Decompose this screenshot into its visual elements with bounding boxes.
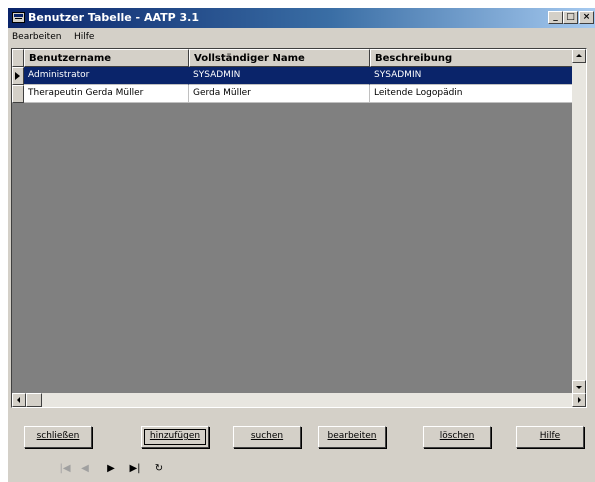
title-bar[interactable]: Benutzer Tabelle - AATP 3.1 _ □ × (8, 8, 595, 28)
cell-full-name[interactable]: SYSADMIN (189, 67, 370, 85)
close-window-button[interactable]: × (579, 11, 594, 24)
add-button-label: hinzufügen (149, 431, 201, 441)
first-record-icon[interactable]: |◀ (58, 462, 72, 476)
delete-button[interactable]: löschen (423, 426, 491, 448)
column-header-full-name[interactable]: Vollständiger Name (189, 49, 370, 67)
row-selector[interactable] (12, 85, 24, 103)
current-row-arrow-icon (15, 72, 20, 80)
cell-description[interactable]: SYSADMIN (370, 67, 584, 85)
previous-record-icon[interactable]: ◀ (78, 462, 92, 476)
maximize-button[interactable]: □ (563, 11, 578, 24)
cell-username[interactable]: Therapeutin Gerda Müller (24, 85, 189, 103)
refresh-icon[interactable]: ↻ (152, 462, 166, 476)
main-window: Benutzer Tabelle - AATP 3.1 _ □ × Bearbe… (8, 8, 595, 482)
scroll-left-button[interactable] (12, 393, 26, 407)
close-button[interactable]: schließen (24, 426, 92, 448)
menu-bearbeiten[interactable]: Bearbeiten (12, 32, 61, 42)
scroll-right-button[interactable] (572, 393, 586, 407)
header-corner (12, 49, 24, 67)
users-table: Benutzername Vollständiger Name Beschrei… (11, 48, 587, 408)
minimize-button[interactable]: _ (548, 11, 563, 24)
record-navigator: |◀ ◀ ▶ ▶| ↻ (58, 462, 178, 476)
edit-button-label: bearbeiten (327, 431, 377, 441)
column-header-username[interactable]: Benutzername (24, 49, 189, 67)
table-app-icon (12, 12, 25, 23)
vertical-scrollbar[interactable] (572, 49, 586, 394)
next-record-icon[interactable]: ▶ (104, 462, 118, 476)
arrow-up-icon (576, 54, 582, 57)
menu-hilfe[interactable]: Hilfe (74, 32, 94, 42)
help-button[interactable]: Hilfe (516, 426, 584, 448)
edit-button[interactable]: bearbeiten (318, 426, 386, 448)
cell-description[interactable]: Leitende Logopädin (370, 85, 584, 103)
scroll-down-button[interactable] (572, 380, 586, 394)
column-header-description[interactable]: Beschreibung (370, 49, 584, 67)
last-record-icon[interactable]: ▶| (128, 462, 142, 476)
help-button-label: Hilfe (539, 431, 561, 441)
search-button-label: suchen (250, 431, 284, 441)
search-button[interactable]: suchen (233, 426, 301, 448)
delete-button-label: löschen (439, 431, 475, 441)
scroll-up-button[interactable] (572, 49, 586, 63)
row-selector[interactable] (12, 67, 24, 85)
arrow-down-icon (576, 386, 582, 389)
close-button-label: schließen (36, 431, 80, 441)
horizontal-scrollbar[interactable] (12, 393, 586, 407)
window-title: Benutzer Tabelle - AATP 3.1 (28, 11, 200, 24)
add-button[interactable]: hinzufügen (141, 426, 209, 448)
menu-bar: Bearbeiten Hilfe (8, 28, 595, 46)
arrow-left-icon (17, 397, 20, 403)
arrow-right-icon (578, 397, 581, 403)
horizontal-scroll-thumb[interactable] (26, 393, 42, 407)
cell-username[interactable]: Administrator (24, 67, 189, 85)
cell-full-name[interactable]: Gerda Müller (189, 85, 370, 103)
